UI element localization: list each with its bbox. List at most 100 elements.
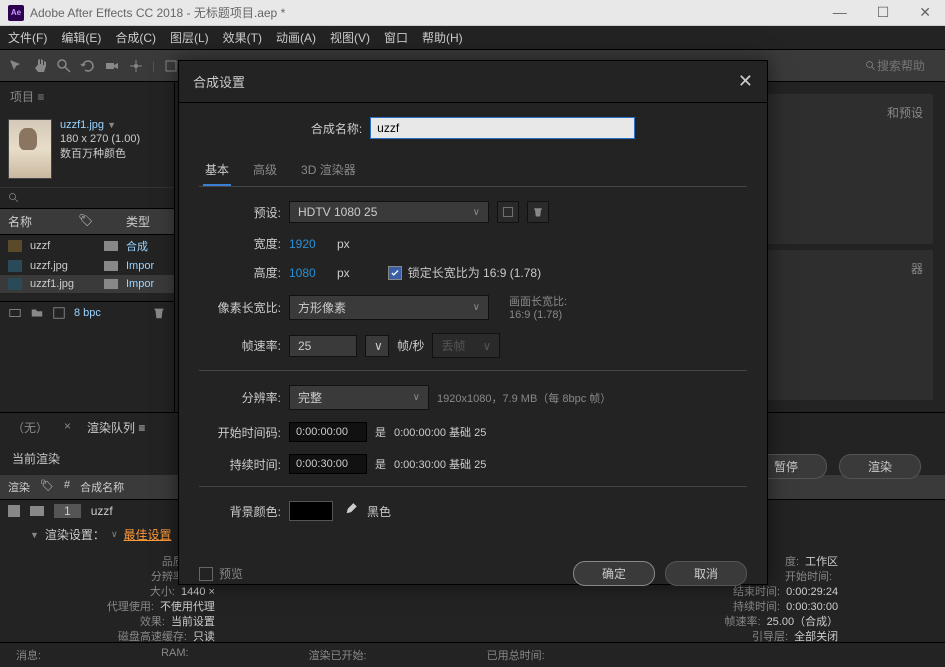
new-folder-icon[interactable] bbox=[30, 306, 44, 320]
fps-input[interactable]: 25 bbox=[289, 335, 357, 357]
par-label: 像素长宽比: bbox=[199, 299, 281, 316]
current-render-label: 当前渲染 bbox=[12, 452, 60, 466]
pixel-aspect-dropdown[interactable]: 方形像素∨ bbox=[289, 295, 489, 320]
menu-edit[interactable]: 编辑(E) bbox=[61, 29, 101, 46]
camera-tool-icon[interactable] bbox=[104, 58, 120, 74]
comp-name-label: 合成名称: bbox=[311, 120, 362, 137]
rotate-tool-icon[interactable] bbox=[80, 58, 96, 74]
search-icon bbox=[8, 192, 20, 204]
fps-label: 帧速率: bbox=[199, 337, 281, 354]
height-label: 高度: bbox=[199, 264, 281, 281]
minimize-button[interactable]: — bbox=[827, 2, 853, 23]
interpret-footage-icon[interactable] bbox=[8, 306, 22, 320]
resolution-label: 分辨率: bbox=[199, 389, 281, 406]
render-settings-link[interactable]: 最佳设置 bbox=[124, 526, 172, 543]
lock-aspect-checkbox[interactable] bbox=[388, 266, 402, 280]
new-comp-icon[interactable] bbox=[52, 306, 66, 320]
label-swatch[interactable] bbox=[30, 506, 44, 516]
help-search-input[interactable] bbox=[877, 59, 937, 73]
tab-none[interactable]: （无） bbox=[0, 413, 60, 442]
anchor-tool-icon[interactable] bbox=[128, 58, 144, 74]
shape-tool-icon[interactable] bbox=[163, 58, 179, 74]
queue-comp-name: uzzf bbox=[91, 504, 113, 518]
render-button[interactable]: 渲染 bbox=[839, 454, 921, 479]
menu-layer[interactable]: 图层(L) bbox=[170, 29, 209, 46]
width-input[interactable]: 1920 bbox=[289, 237, 329, 251]
start-base-info: 0:00:00:00 基础 25 bbox=[394, 424, 486, 440]
eyedropper-icon[interactable] bbox=[341, 502, 359, 520]
selection-tool-icon[interactable] bbox=[8, 58, 24, 74]
col-type[interactable]: 类型 bbox=[126, 213, 166, 230]
help-search[interactable] bbox=[865, 59, 937, 73]
chevron-down-icon[interactable]: ▼ bbox=[107, 120, 116, 130]
search-icon bbox=[865, 60, 877, 72]
menu-help[interactable]: 帮助(H) bbox=[422, 29, 463, 46]
start-timecode-input[interactable] bbox=[289, 422, 367, 442]
dialog-title: 合成设置 bbox=[193, 72, 738, 91]
asset-thumbnail[interactable] bbox=[8, 119, 52, 179]
tab-advanced[interactable]: 高级 bbox=[251, 155, 279, 186]
menu-effect[interactable]: 效果(T) bbox=[223, 29, 262, 46]
is-label: 是 bbox=[375, 456, 386, 472]
menu-window[interactable]: 窗口 bbox=[384, 29, 408, 46]
duration-input[interactable] bbox=[289, 454, 367, 474]
resolution-dropdown[interactable]: 完整∨ bbox=[289, 385, 429, 410]
zoom-tool-icon[interactable] bbox=[56, 58, 72, 74]
col-name[interactable]: 名称 bbox=[8, 213, 70, 230]
app-icon: Ae bbox=[8, 5, 24, 21]
preview-checkbox: 预览 bbox=[199, 565, 243, 582]
tab-basic[interactable]: 基本 bbox=[203, 155, 231, 186]
menu-composition[interactable]: 合成(C) bbox=[115, 29, 156, 46]
image-icon bbox=[8, 278, 22, 290]
close-tab-icon[interactable]: × bbox=[60, 413, 75, 442]
close-button[interactable]: ✕ bbox=[913, 2, 937, 23]
list-item[interactable]: uzzf 合成 bbox=[0, 235, 174, 257]
cancel-button[interactable]: 取消 bbox=[665, 561, 747, 586]
width-label: 宽度: bbox=[199, 235, 281, 252]
project-tab[interactable]: 项目 ≡ bbox=[0, 82, 174, 111]
dialog-close-button[interactable]: ✕ bbox=[738, 71, 753, 92]
save-preset-button[interactable] bbox=[497, 201, 519, 223]
asset-metadata: uzzf1.jpg ▼ 180 x 270 (1.00) 数百万种颜色 bbox=[60, 119, 140, 161]
chevron-down-icon: ∨ bbox=[473, 302, 480, 313]
start-timecode-label: 开始时间码: bbox=[199, 424, 281, 441]
tab-render-queue[interactable]: 渲染队列 ≡ bbox=[75, 413, 157, 442]
chevron-down-icon[interactable]: ∨ bbox=[111, 529, 118, 540]
project-panel: 项目 ≡ uzzf1.jpg ▼ 180 x 270 (1.00) 数百万种颜色… bbox=[0, 82, 175, 412]
project-list-header: 名称 🏷 类型 bbox=[0, 208, 174, 235]
label-swatch[interactable] bbox=[104, 241, 118, 251]
bg-color-label: 背景颜色: bbox=[199, 503, 281, 520]
delete-preset-button[interactable] bbox=[527, 201, 549, 223]
project-search[interactable] bbox=[0, 187, 174, 208]
menu-animation[interactable]: 动画(A) bbox=[276, 29, 316, 46]
bg-color-swatch[interactable] bbox=[289, 501, 333, 521]
menu-file[interactable]: 文件(F) bbox=[8, 29, 47, 46]
fps-dropdown[interactable]: ∨ bbox=[365, 335, 389, 357]
lock-aspect-label: 锁定长宽比为 16:9 (1.78) bbox=[408, 264, 541, 281]
list-item[interactable]: uzzf.jpg Impor bbox=[0, 257, 174, 275]
width-unit: px bbox=[337, 237, 350, 251]
tab-3d-renderer[interactable]: 3D 渲染器 bbox=[299, 155, 358, 186]
chevron-down-icon[interactable]: ▼ bbox=[30, 530, 39, 540]
image-icon bbox=[8, 260, 22, 272]
menu-view[interactable]: 视图(V) bbox=[330, 29, 370, 46]
label-swatch[interactable] bbox=[104, 279, 118, 289]
fps-unit: 帧/秒 bbox=[397, 337, 424, 354]
ok-button[interactable]: 确定 bbox=[573, 561, 655, 586]
preset-label: 预设: bbox=[199, 204, 281, 221]
title-bar: Ae Adobe After Effects CC 2018 - 无标题项目.a… bbox=[0, 0, 945, 26]
height-unit: px bbox=[337, 266, 350, 280]
is-label: 是 bbox=[375, 424, 386, 440]
height-input[interactable]: 1080 bbox=[289, 266, 329, 280]
hand-tool-icon[interactable] bbox=[32, 58, 48, 74]
col-label[interactable]: 🏷 bbox=[78, 213, 118, 230]
comp-name-input[interactable] bbox=[370, 117, 635, 139]
list-item[interactable]: uzzf1.jpg Impor bbox=[0, 275, 174, 293]
bit-depth[interactable]: 8 bpc bbox=[74, 307, 101, 319]
maximize-button[interactable]: ☐ bbox=[871, 2, 896, 23]
preset-dropdown[interactable]: HDTV 1080 25∨ bbox=[289, 201, 489, 223]
bg-color-name: 黑色 bbox=[367, 503, 391, 520]
trash-icon[interactable] bbox=[152, 306, 166, 320]
render-checkbox[interactable] bbox=[8, 505, 20, 517]
label-swatch[interactable] bbox=[104, 261, 118, 271]
